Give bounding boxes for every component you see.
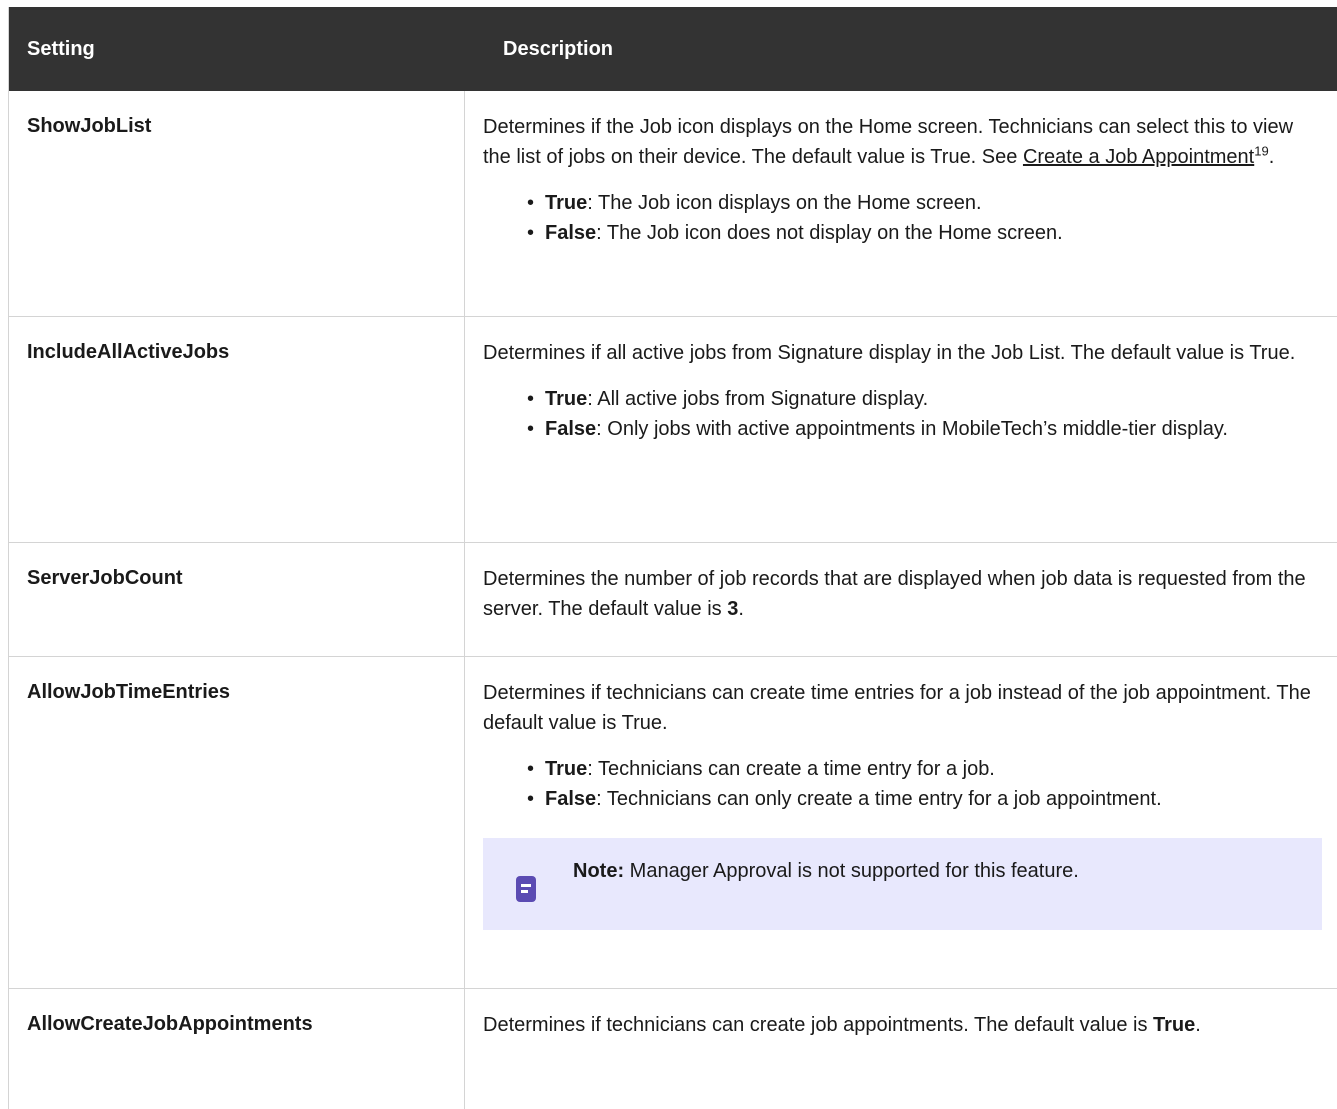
table-row: ShowJobList Determines if the Job icon d… — [9, 91, 1337, 317]
table-row: AllowCreateJobAppointments Determines if… — [9, 989, 1337, 1109]
default-value: True — [1153, 1014, 1196, 1036]
note-text: Note: Manager Approval is not supported … — [573, 860, 1079, 882]
setting-name: ServerJobCount — [9, 543, 465, 656]
list-item: False: Technicians can only create a tim… — [527, 784, 1322, 814]
setting-description: Determines if all active jobs from Signa… — [465, 317, 1337, 542]
list-item: False: The Job icon does not display on … — [527, 218, 1322, 248]
table-row: AllowJobTimeEntries Determines if techni… — [9, 657, 1337, 989]
list-item: True: Technicians can create a time entr… — [527, 754, 1322, 784]
setting-name: AllowJobTimeEntries — [9, 657, 465, 988]
default-value: 3 — [727, 598, 739, 620]
setting-description: Determines if technicians can create tim… — [465, 657, 1337, 988]
note-icon — [516, 876, 536, 902]
table-row: IncludeAllActiveJobs Determines if all a… — [9, 317, 1337, 543]
value-list: True: The Job icon displays on the Home … — [483, 188, 1322, 248]
value-list: True: Technicians can create a time entr… — [483, 754, 1322, 814]
setting-name: IncludeAllActiveJobs — [9, 317, 465, 542]
list-item: False: Only jobs with active appointment… — [527, 414, 1322, 444]
table-header: Setting Description — [9, 7, 1337, 91]
header-description: Description — [503, 37, 614, 60]
setting-description: Determines if technicians can create job… — [483, 1014, 1201, 1036]
footnote-ref: 19 — [1254, 143, 1269, 159]
setting-description: Determines if the Job icon displays on t… — [465, 91, 1337, 316]
table-row: ServerJobCount Determines the number of … — [9, 543, 1337, 657]
note-callout: Note: Manager Approval is not supported … — [483, 838, 1322, 930]
header-setting: Setting — [27, 37, 95, 60]
list-item: True: The Job icon displays on the Home … — [527, 188, 1322, 218]
setting-description: Determines the number of job records tha… — [483, 568, 1306, 620]
create-job-appointment-link[interactable]: Create a Job Appointment — [1023, 146, 1254, 168]
setting-name: AllowCreateJobAppointments — [9, 989, 465, 1109]
settings-table: Setting Description ShowJobList Determin… — [8, 7, 1337, 1109]
setting-name: ShowJobList — [9, 91, 465, 316]
value-list: True: All active jobs from Signature dis… — [483, 384, 1322, 444]
list-item: True: All active jobs from Signature dis… — [527, 384, 1322, 414]
